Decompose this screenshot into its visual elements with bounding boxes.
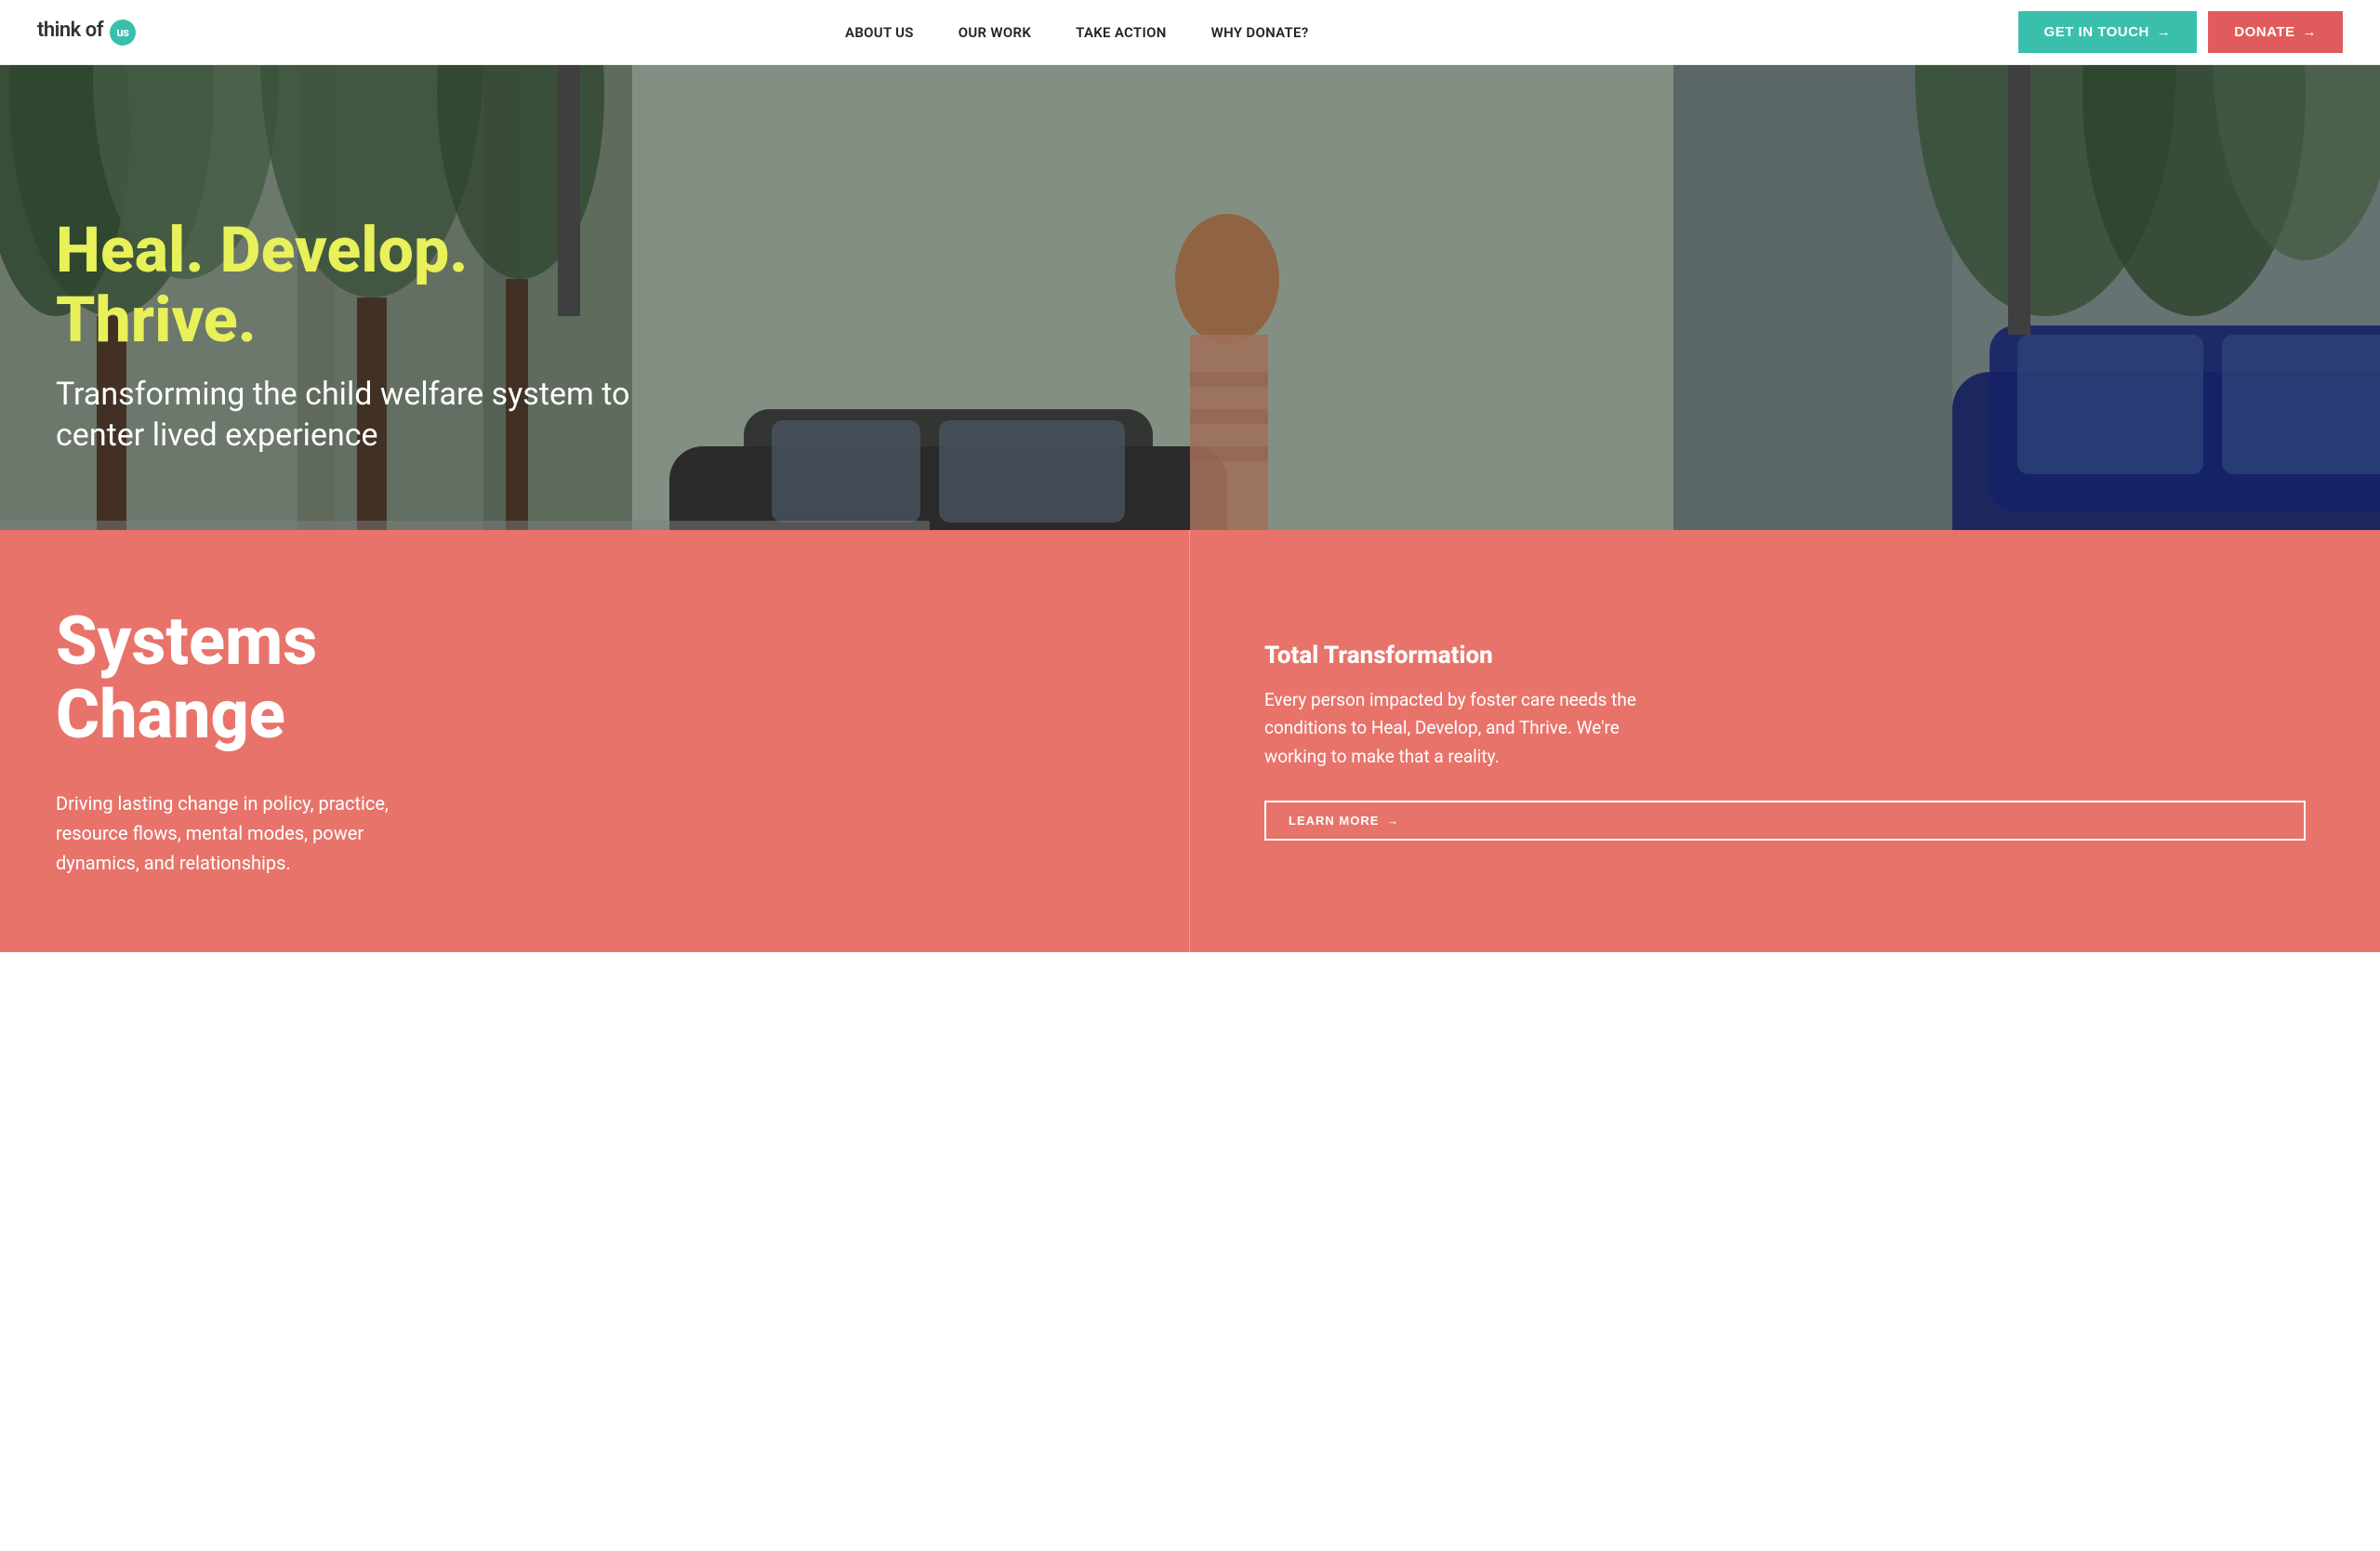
- logo-badge: us: [110, 20, 136, 46]
- logo-text: think of us: [37, 19, 136, 46]
- get-in-touch-label: GET IN TOUCH: [2044, 24, 2149, 40]
- donate-arrow-icon: →: [2303, 24, 2318, 40]
- main-header: think of us ABOUT US OUR WORK TAKE ACTIO…: [0, 0, 2380, 65]
- nav-why-donate[interactable]: WHY DONATE?: [1211, 24, 1309, 41]
- learn-more-button[interactable]: LEARN MORE →: [1264, 801, 2306, 841]
- nav-take-action[interactable]: TAKE ACTION: [1076, 24, 1166, 41]
- nav-our-work[interactable]: OUR WORK: [959, 24, 1031, 41]
- donate-button[interactable]: DONATE →: [2208, 11, 2343, 53]
- hero-section: Heal. Develop. Thrive. Transforming the …: [0, 65, 2380, 530]
- total-transformation-title: Total Transformation: [1264, 642, 2306, 669]
- total-transformation-description: Every person impacted by foster care nee…: [1264, 686, 1655, 771]
- header-actions: GET IN TOUCH → DONATE →: [2018, 11, 2343, 53]
- hero-subtitle: Transforming the child welfare system to…: [56, 374, 660, 456]
- learn-more-arrow-icon: →: [1386, 814, 1399, 828]
- learn-more-label: LEARN MORE: [1289, 814, 1379, 828]
- systems-change-title: Systems Change: [56, 604, 1133, 751]
- hero-content: Heal. Develop. Thrive. Transforming the …: [56, 216, 660, 456]
- get-in-touch-button[interactable]: GET IN TOUCH →: [2018, 11, 2198, 53]
- lower-left-panel: Systems Change Driving lasting change in…: [0, 530, 1190, 952]
- main-nav: ABOUT US OUR WORK TAKE ACTION WHY DONATE…: [845, 24, 1308, 41]
- get-in-touch-arrow-icon: →: [2157, 24, 2172, 40]
- lower-section: Systems Change Driving lasting change in…: [0, 530, 2380, 952]
- systems-change-description: Driving lasting change in policy, practi…: [56, 789, 446, 878]
- hero-title: Heal. Develop. Thrive.: [56, 216, 660, 355]
- donate-label: DONATE: [2234, 24, 2294, 40]
- nav-about-us[interactable]: ABOUT US: [845, 24, 914, 41]
- lower-right-panel: Total Transformation Every person impact…: [1190, 530, 2380, 952]
- logo[interactable]: think of us: [37, 19, 136, 46]
